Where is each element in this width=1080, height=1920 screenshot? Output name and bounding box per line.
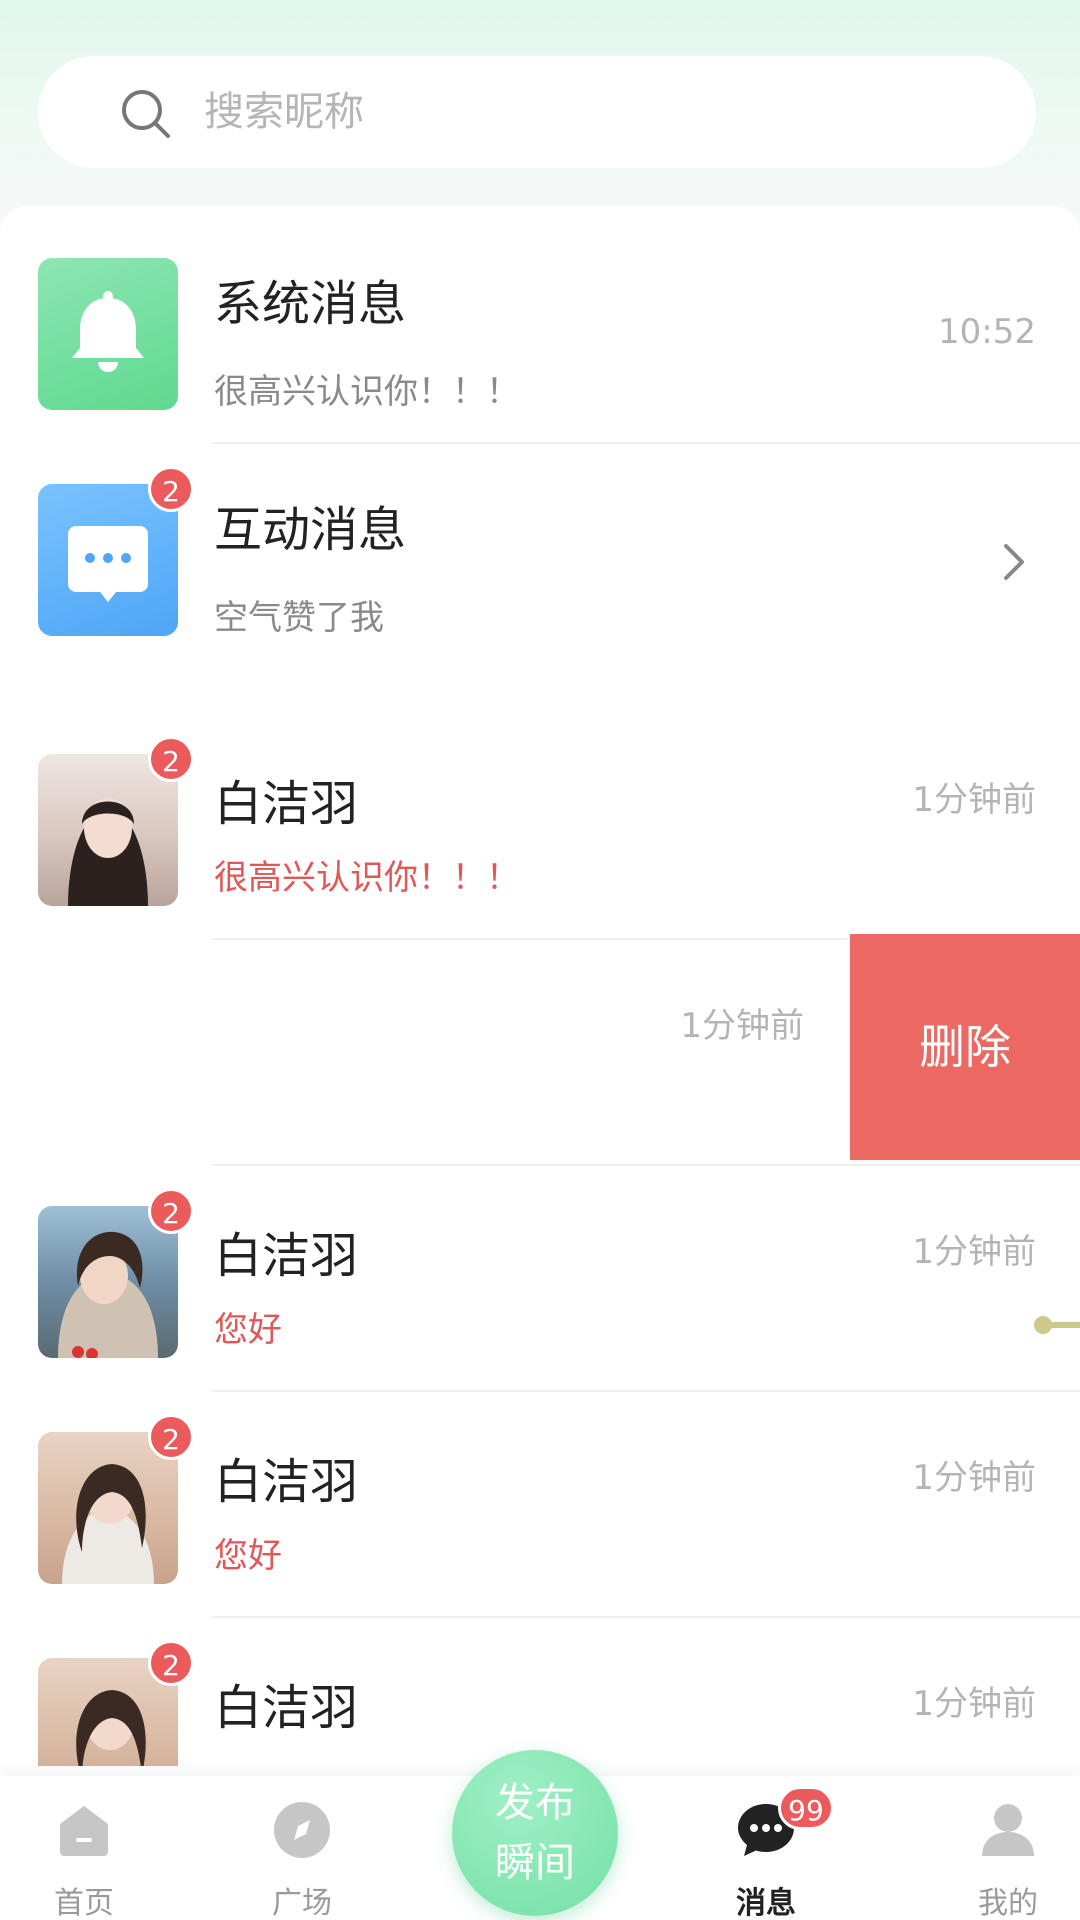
compass-icon: [274, 1802, 330, 1858]
system-message-title: 系统消息: [214, 276, 407, 332]
message-time: 1分钟前: [912, 1684, 1036, 1724]
tab-mine[interactable]: 我的: [928, 1776, 1080, 1920]
interactive-message-preview: 空气赞了我: [214, 598, 384, 638]
publish-label-line1: 发布: [495, 1780, 575, 1826]
contact-name: 白洁羽: [214, 1680, 359, 1736]
interactive-message-row[interactable]: 2 互动消息 空气赞了我: [0, 444, 1080, 674]
tab-mine-label: 我的: [978, 1886, 1038, 1920]
system-message-row[interactable]: 系统消息 很高兴认识你！！！ 10:52: [0, 206, 1080, 444]
search-icon: [122, 90, 170, 138]
message-time: 1分钟前: [680, 1006, 804, 1046]
unread-badge: 2: [148, 466, 194, 512]
system-message-preview: 很高兴认识你！！！: [214, 372, 520, 412]
tab-square-label: 广场: [272, 1886, 332, 1920]
system-message-icon-tile: [38, 258, 178, 410]
search-placeholder: 搜索昵称: [204, 89, 364, 135]
publish-moment-button[interactable]: 发布 瞬间: [452, 1750, 618, 1916]
tab-home-label: 首页: [54, 1886, 114, 1920]
unread-badge: 2: [148, 1414, 194, 1460]
unread-badge: 2: [148, 1640, 194, 1686]
chevron-right-icon: [1004, 544, 1024, 580]
message-preview: 您好: [214, 1536, 282, 1576]
message-time: 1分钟前: [912, 780, 1036, 820]
contact-name: 白洁羽: [214, 1454, 359, 1510]
system-message-time: 10:52: [938, 312, 1036, 352]
bell-icon: [72, 291, 144, 372]
message-list: 系统消息 很高兴认识你！！！ 10:52 2 互动消息 空气赞了我 2 白洁羽 …: [0, 206, 1080, 1766]
tab-home[interactable]: 首页: [4, 1776, 164, 1920]
conversation-row[interactable]: 2 白洁羽 您好 1分钟前: [0, 1166, 1080, 1392]
message-preview: 您好: [214, 1310, 282, 1350]
tab-messages-label: 消息: [736, 1886, 796, 1920]
message-preview: 很高兴认识你！！！: [214, 858, 520, 898]
search-bar[interactable]: 搜索昵称: [38, 56, 1036, 168]
unread-badge: 2: [148, 1188, 194, 1234]
conversation-row[interactable]: 2 白洁羽 您好 1分钟前: [0, 1392, 1080, 1618]
user-icon: [982, 1804, 1034, 1856]
message-time: 1分钟前: [912, 1458, 1036, 1498]
swipe-handle-line: [1044, 1322, 1080, 1328]
message-time: 1分钟前: [912, 1232, 1036, 1272]
conversation-row[interactable]: 2 白洁羽 很高兴认识你！！！ 1分钟前: [0, 714, 1080, 940]
messages-badge: 99: [778, 1786, 834, 1830]
conversation-row[interactable]: 2 白洁羽 1分钟前: [0, 1618, 1080, 1766]
contact-name: 白洁羽: [214, 1228, 359, 1284]
tab-messages[interactable]: 99 消息: [686, 1776, 846, 1920]
unread-badge: 2: [148, 736, 194, 782]
publish-label-line2: 瞬间: [495, 1840, 575, 1886]
delete-button[interactable]: 删除: [850, 934, 1080, 1160]
home-icon: [60, 1806, 108, 1856]
tab-square[interactable]: 广场: [222, 1776, 382, 1920]
contact-name: 白洁羽: [214, 776, 359, 832]
interactive-message-title: 互动消息: [214, 502, 407, 558]
